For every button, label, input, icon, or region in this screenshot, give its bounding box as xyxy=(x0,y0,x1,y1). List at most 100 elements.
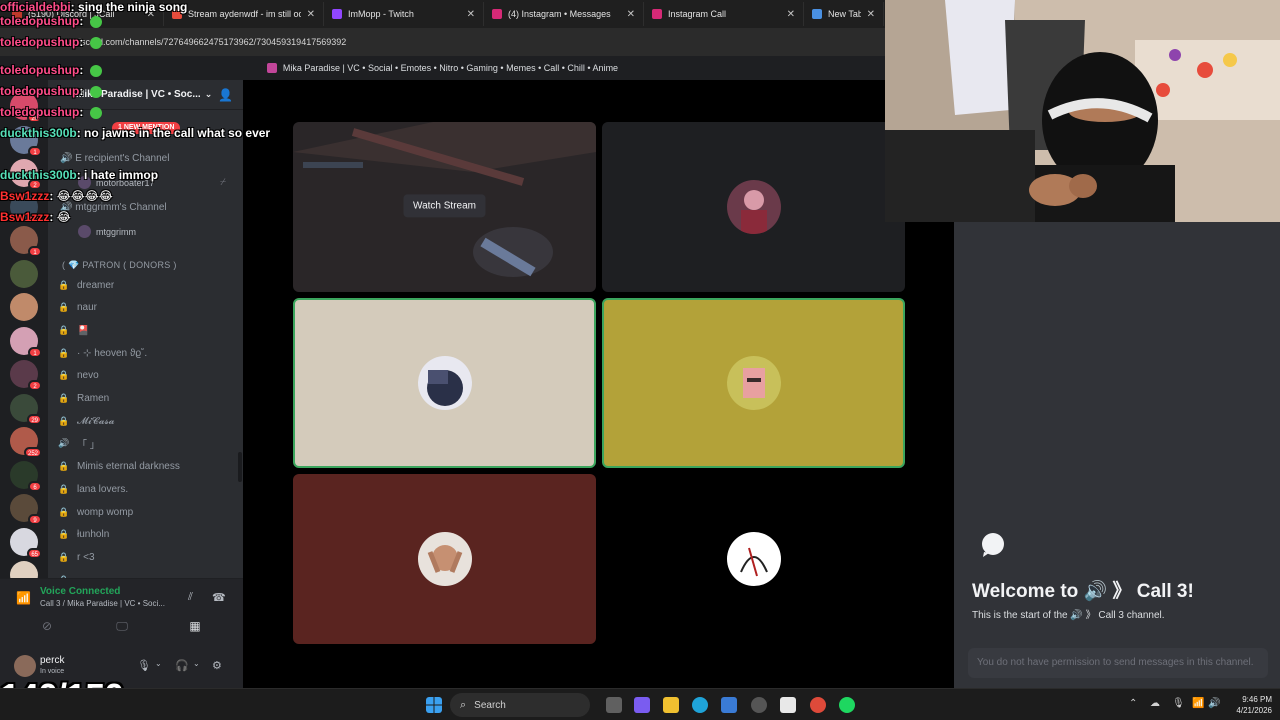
server-icon[interactable]: 20 xyxy=(10,92,42,123)
reload-icon[interactable]: ⟳ xyxy=(40,36,60,49)
channel-item[interactable]: 🔊 「 」 xyxy=(58,434,234,454)
server-icon[interactable]: 9 xyxy=(10,494,42,525)
participant-tile[interactable] xyxy=(602,122,905,292)
edge-icon[interactable] xyxy=(692,697,708,713)
back-icon[interactable]: ← xyxy=(0,36,20,48)
mic-icon[interactable]: 🎙 xyxy=(137,659,151,672)
close-icon[interactable]: ✕ xyxy=(867,9,875,20)
invite-icon[interactable]: 👤 xyxy=(218,88,233,102)
avatar[interactable] xyxy=(14,655,36,677)
taskbar-search[interactable]: ⌕ Search xyxy=(450,693,590,717)
server-header[interactable]: Mika Paradise | VC • Soc... ⌄ 👤 xyxy=(48,80,243,110)
channel-item[interactable]: 🔒 womp womp xyxy=(58,502,234,522)
activities-icon[interactable]: ▦ xyxy=(183,615,207,637)
participant-tile-speaking[interactable] xyxy=(602,298,905,468)
obs-icon[interactable] xyxy=(751,697,767,713)
browser-tab[interactable]: Stream aydenwdf - im still ode ✕ xyxy=(164,2,324,26)
mic-icon[interactable]: 🎙 xyxy=(1172,698,1185,709)
close-icon[interactable]: ✕ xyxy=(307,9,315,20)
channel-item[interactable]: 🔒 r <3 xyxy=(58,547,234,567)
camera-off-icon[interactable]: ⊘ xyxy=(35,615,59,637)
server-icon[interactable]: 1 xyxy=(10,326,42,358)
stream-tile[interactable]: Watch Stream xyxy=(293,122,596,292)
server-icon[interactable]: 2 xyxy=(10,192,42,224)
unread-badge: 1 xyxy=(28,346,42,358)
copilot-icon[interactable] xyxy=(634,697,650,713)
volume-icon[interactable]: 🔊 xyxy=(1208,698,1220,709)
voice-channel-recipient[interactable]: 🔊 E recipient's Channel xyxy=(60,153,169,164)
browser-tab[interactable]: (4) Instagram • Messages ✕ xyxy=(484,2,644,26)
new-mention-pill[interactable]: 1 NEW MENTION xyxy=(112,122,181,134)
windows-start-icon[interactable] xyxy=(426,697,442,713)
speaker-icon: 🔊 xyxy=(60,153,76,164)
close-icon[interactable]: ✕ xyxy=(147,9,155,20)
forward-icon[interactable]: → xyxy=(20,36,40,48)
server-icon[interactable]: 2 xyxy=(10,360,42,391)
server-icon[interactable]: 252 xyxy=(10,427,42,458)
browser-tab[interactable]: (5190) Discord | JCall ✕ xyxy=(4,2,164,26)
watch-stream-button[interactable]: Watch Stream xyxy=(403,194,486,218)
task-view-icon[interactable] xyxy=(606,697,622,713)
headphones-icon[interactable]: 🎧 xyxy=(175,659,189,672)
server-icon[interactable]: 65 xyxy=(10,527,42,559)
server-icon[interactable] xyxy=(10,293,38,321)
channel-item[interactable]: 🔒 naur xyxy=(58,298,234,318)
server-icon[interactable]: 1 xyxy=(10,226,42,257)
unread-badge: 65 xyxy=(27,547,42,559)
unread-badge: 2 xyxy=(28,212,42,224)
scrollbar-thumb[interactable] xyxy=(238,452,242,482)
wifi-icon[interactable]: 📶 xyxy=(1192,698,1204,709)
browser-tab[interactable]: ImMopp - Twitch ✕ xyxy=(324,2,484,26)
channel-item[interactable]: 🔒 · ⊹ heoven ϑϱ˚. xyxy=(58,343,234,363)
browser-tab-bar: (5190) Discord | JCall ✕ Stream aydenwdf -… xyxy=(0,0,885,28)
chrome-icon[interactable] xyxy=(810,697,826,713)
channel-item[interactable]: 🔒 dreamer xyxy=(58,275,234,295)
screen-share-icon[interactable]: 🖵 xyxy=(110,615,134,637)
channel-item[interactable]: 🔒 Mimis eternal darkness xyxy=(58,457,234,477)
capcut-icon[interactable] xyxy=(780,697,796,713)
close-icon[interactable]: ✕ xyxy=(787,9,795,20)
disconnect-icon[interactable]: ☎ xyxy=(212,591,226,604)
tab-label: Stream aydenwdf - im still ode xyxy=(188,9,301,19)
browser-tab[interactable]: New Tab ✕ xyxy=(804,2,884,26)
user-status: In voice xyxy=(40,668,65,675)
server-icon[interactable] xyxy=(10,259,38,288)
twitch-icon xyxy=(332,9,342,19)
server-icon[interactable]: 2 xyxy=(10,159,42,190)
cloud-icon[interactable]: ☁ xyxy=(1150,698,1160,709)
url-field[interactable]: discord.com/channels/727649662475173962/… xyxy=(74,37,346,47)
voice-user[interactable]: mtggrimm xyxy=(78,225,136,238)
server-icon[interactable]: 6 xyxy=(10,460,42,492)
noise-suppression-icon[interactable]: ⫽ xyxy=(188,591,193,604)
voice-location[interactable]: Call 3 / Mika Paradise | VC • Soci... xyxy=(40,599,165,608)
voice-channel-mtggrimm[interactable]: 🔊 mtggrimm's Channel xyxy=(60,202,167,213)
channel-name: lana lovers. xyxy=(77,483,129,495)
browser-tab[interactable]: Instagram Call ✕ xyxy=(644,2,804,26)
chevron-up-icon[interactable]: ⌃ xyxy=(1129,698,1137,709)
server-icon[interactable]: 1 xyxy=(10,125,42,157)
unread-badge: 6 xyxy=(28,480,42,492)
server-icon[interactable]: 29 xyxy=(10,393,42,425)
chevron-down-icon[interactable]: ⌄ xyxy=(193,659,200,668)
system-clock[interactable]: 9:46 PM 4/21/2026 xyxy=(1222,694,1272,716)
channel-item[interactable]: 🔒 lana lovers. xyxy=(58,479,234,499)
close-icon[interactable]: ✕ xyxy=(627,9,635,20)
file-explorer-icon[interactable] xyxy=(663,697,679,713)
channel-item[interactable]: 🔒 nevo xyxy=(58,366,234,386)
message-input[interactable]: You do not have permission to send messa… xyxy=(968,648,1268,678)
settings-gear-icon[interactable]: ⚙ xyxy=(212,659,222,672)
channel-item[interactable]: 🔒 Ramen xyxy=(58,389,234,409)
participant-tile[interactable] xyxy=(293,474,596,644)
participant-tile[interactable] xyxy=(602,474,905,644)
spotify-icon[interactable] xyxy=(839,697,855,713)
channel-item[interactable]: 🔒 𝓜𝓲𝓒𝓪𝓼𝓪 xyxy=(58,411,234,431)
channel-item[interactable]: 🔒 🎴 xyxy=(58,320,234,340)
voice-user[interactable]: motorboater17 xyxy=(78,176,155,189)
address-bar: ← → ⟳ discord.com/channels/7276496624751… xyxy=(0,28,885,56)
category-patron[interactable]: ( 💎 PATRON ( DONORS ) xyxy=(62,260,177,271)
close-icon[interactable]: ✕ xyxy=(467,9,475,20)
participant-tile-speaking[interactable] xyxy=(293,298,596,468)
store-icon[interactable] xyxy=(721,697,737,713)
channel-item[interactable]: 🔒 łunholn xyxy=(58,525,234,545)
chevron-down-icon[interactable]: ⌄ xyxy=(155,659,162,668)
